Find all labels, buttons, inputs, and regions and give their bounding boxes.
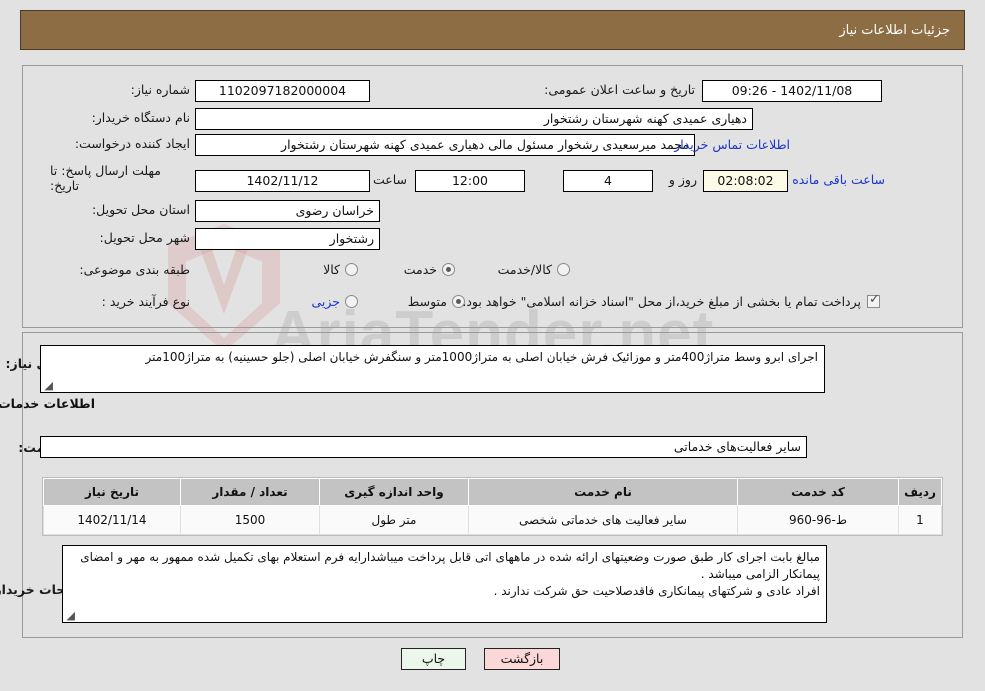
deadline-date-value: 1402/11/12 bbox=[195, 170, 370, 192]
page-title: جزئیات اطلاعات نیاز bbox=[839, 22, 950, 38]
th-quantity: تعداد / مقدار bbox=[180, 478, 320, 506]
province-row: استان محل تحویل: bbox=[92, 202, 190, 217]
th-unit: واحد اندازه گیری bbox=[319, 478, 469, 506]
deadline-days-value: 4 bbox=[563, 170, 653, 192]
need-number-value: 1102097182000004 bbox=[195, 80, 370, 102]
announce-datetime-row: تاریخ و ساعت اعلان عمومی: bbox=[544, 82, 695, 97]
buyer-org-row: نام دستگاه خریدار: bbox=[92, 110, 190, 125]
purchase-option-jozee[interactable]: جزیی bbox=[311, 294, 358, 309]
category-option-kala-khedmat[interactable]: کالا/خدمت bbox=[498, 262, 570, 277]
resize-grip-icon-2[interactable]: ◢ bbox=[65, 610, 75, 621]
announce-datetime-value: 1402/11/08 - 09:26 bbox=[702, 80, 882, 102]
cell-service-code: ط-96-960 bbox=[737, 505, 899, 535]
deadline-time-value: 12:00 bbox=[415, 170, 525, 192]
cell-service-name: سایر فعالیت های خدماتی شخصی bbox=[468, 505, 738, 535]
page-header: جزئیات اطلاعات نیاز bbox=[20, 10, 965, 50]
services-section-heading: اطلاعات خدمات مورد نیاز bbox=[0, 396, 95, 411]
city-row: شهر محل تحویل: bbox=[100, 230, 190, 245]
category-option-kala-label: کالا bbox=[323, 262, 340, 277]
page-root: AriaTender.net جزئیات اطلاعات نیاز شماره… bbox=[0, 0, 985, 691]
requester-row: ایجاد کننده درخواست: bbox=[75, 136, 190, 151]
category-option-khedmat[interactable]: خدمت bbox=[404, 262, 455, 277]
cell-need-date: 1402/11/14 bbox=[43, 505, 181, 535]
radio-kala-icon[interactable] bbox=[345, 263, 358, 276]
need-number-label: شماره نیاز: bbox=[130, 82, 190, 97]
radio-khedmat-icon[interactable] bbox=[442, 263, 455, 276]
buyer-org-value: دهیاری عمیدی کهنه شهرستان رشتخوار bbox=[195, 108, 753, 130]
need-summary-value: اجرای ابرو وسط متراژ400متر و موزائیک فرش… bbox=[40, 345, 825, 393]
cell-unit: متر طول bbox=[319, 505, 469, 535]
buyer-contact-link[interactable]: اطلاعات تماس خریدار bbox=[674, 137, 790, 152]
requester-label: ایجاد کننده درخواست: bbox=[74, 136, 190, 151]
announce-datetime-label: تاریخ و ساعت اعلان عمومی: bbox=[544, 82, 695, 97]
category-option-khedmat-label: خدمت bbox=[403, 262, 437, 277]
cell-row-no: 1 bbox=[898, 505, 942, 535]
purchase-option-motevaset[interactable]: متوسط bbox=[408, 294, 465, 309]
city-label: شهر محل تحویل: bbox=[99, 230, 190, 245]
th-service-name: نام خدمت bbox=[468, 478, 738, 506]
purchase-option-jozee-label: جزیی bbox=[311, 294, 340, 309]
th-row-no: ردیف bbox=[898, 478, 942, 506]
deadline-label: مهلت ارسال پاسخ: تا تاریخ: bbox=[50, 163, 161, 193]
purchase-type-row: نوع فرآیند خرید : bbox=[102, 294, 190, 309]
buyer-notes-line-2: افراد عادی و شرکتهای پیمانکاری فاقدصلاحی… bbox=[493, 584, 820, 598]
buyer-notes-line-1: مبالغ بابت اجرای کار طبق صورت وضعیتهای ا… bbox=[80, 550, 820, 581]
deadline-days-label: روز و bbox=[668, 172, 697, 187]
deadline-remaining-label: ساعت باقی مانده bbox=[792, 172, 885, 187]
need-number-row: شماره نیاز: bbox=[131, 82, 190, 97]
category-row: طبقه بندی موضوعی: bbox=[79, 262, 190, 277]
resize-grip-icon[interactable]: ◢ bbox=[43, 380, 53, 391]
province-value: خراسان رضوی bbox=[195, 200, 380, 222]
deadline-countdown-value: 02:08:02 bbox=[703, 170, 788, 192]
buyer-org-label: نام دستگاه خریدار: bbox=[91, 110, 190, 125]
th-need-date: تاریخ نیاز bbox=[43, 478, 181, 506]
treasury-docs-checkbox-label: پرداخت تمام یا بخشی از مبلغ خرید،از محل … bbox=[462, 294, 861, 309]
service-group-value: سایر فعالیت‌های خدماتی bbox=[40, 436, 807, 458]
deadline-time-label: ساعت bbox=[372, 172, 407, 187]
th-service-code: کد خدمت bbox=[737, 478, 899, 506]
table-header-row: ردیف کد خدمت نام خدمت واحد اندازه گیری ت… bbox=[43, 478, 942, 506]
purchase-option-motevaset-label: متوسط bbox=[407, 294, 447, 309]
print-button[interactable]: چاپ bbox=[401, 648, 466, 670]
buyer-notes-value: مبالغ بابت اجرای کار طبق صورت وضعیتهای ا… bbox=[62, 545, 827, 623]
category-option-kala-khedmat-label: کالا/خدمت bbox=[497, 262, 552, 277]
purchase-type-label: نوع فرآیند خرید : bbox=[101, 294, 190, 309]
radio-jozee-icon[interactable] bbox=[345, 295, 358, 308]
back-button[interactable]: بازگشت bbox=[484, 648, 560, 670]
cell-quantity: 1500 bbox=[180, 505, 320, 535]
need-summary-text: اجرای ابرو وسط متراژ400متر و موزائیک فرش… bbox=[145, 350, 818, 364]
treasury-docs-checkbox-icon[interactable] bbox=[867, 292, 880, 308]
radio-kala-khedmat-icon[interactable] bbox=[557, 263, 570, 276]
province-label: استان محل تحویل: bbox=[91, 202, 190, 217]
city-value: رشتخوار bbox=[195, 228, 380, 250]
treasury-docs-checkbox-row[interactable]: پرداخت تمام یا بخشی از مبلغ خرید،از محل … bbox=[462, 292, 880, 309]
need-info-panel bbox=[22, 65, 963, 328]
requester-value: محمد میرسعیدی رشخوار مسئول مالی دهیاری ع… bbox=[195, 134, 695, 156]
category-label: طبقه بندی موضوعی: bbox=[79, 262, 190, 277]
table-row: 1 ط-96-960 سایر فعالیت های خدماتی شخصی م… bbox=[43, 505, 942, 535]
services-table: ردیف کد خدمت نام خدمت واحد اندازه گیری ت… bbox=[42, 477, 943, 536]
category-option-kala[interactable]: کالا bbox=[323, 262, 358, 277]
